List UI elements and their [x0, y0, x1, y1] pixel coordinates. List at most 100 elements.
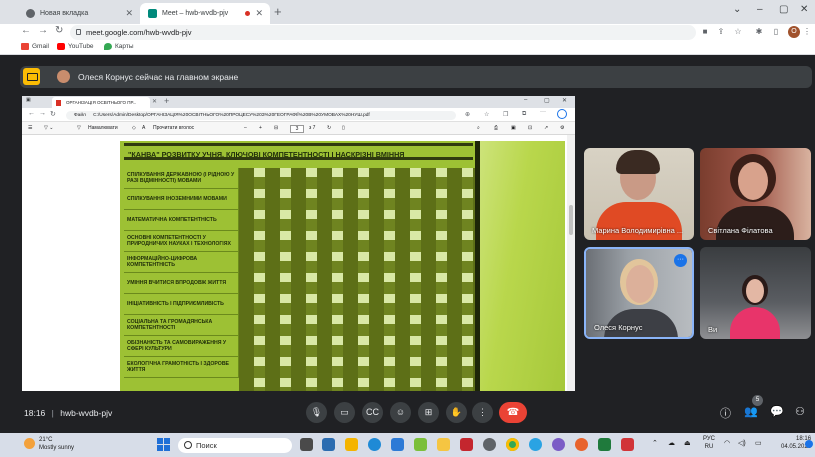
meeting-time: 18:16: [24, 408, 46, 418]
bookmark-label: Карты: [115, 43, 134, 50]
excel-icon[interactable]: [598, 438, 611, 451]
address-text: meet.google.com/hwb-wvdb-pjv: [86, 28, 192, 37]
share-icon[interactable]: ⇪: [716, 27, 726, 37]
battery-icon[interactable]: ▭: [755, 439, 762, 447]
bookmark-label: Gmail: [32, 43, 49, 50]
taskbar-search[interactable]: Поиск: [178, 438, 292, 453]
competency-list: Спілкування державною (і рідною у разі в…: [124, 168, 239, 378]
meeting-info: 18:16 | hwb-wvdb-pjv: [24, 408, 113, 418]
present-screen-icon: ⊞: [424, 407, 433, 417]
store-icon[interactable]: [391, 438, 404, 451]
bookmark-youtube[interactable]: YouTube: [57, 43, 94, 50]
close-tab-icon[interactable]: ✕: [125, 8, 133, 19]
bookmark-star-icon[interactable]: ☆: [733, 27, 743, 37]
antivirus-icon[interactable]: [460, 438, 473, 451]
shared-minimize-icon: –: [524, 97, 528, 103]
participant-tile-self[interactable]: Ви: [700, 247, 811, 339]
raise-hand-button[interactable]: ✋: [446, 402, 467, 423]
bookmark-gmail[interactable]: Gmail: [21, 43, 49, 50]
weather-temperature: 21°C: [39, 437, 53, 443]
chrome-icon[interactable]: [506, 438, 519, 451]
reactions-button[interactable]: ☺: [390, 402, 411, 423]
slide-title: "КАНВА" РОЗВИТКУ УЧНЯ. КЛЮЧОВІ КОМПЕТЕНТ…: [124, 143, 473, 160]
competency-row-label: Інформаційно-цифрова компетентність: [124, 252, 239, 273]
captions-icon: CC: [366, 407, 379, 417]
windows-logo-icon: [164, 438, 170, 444]
pdf-rotate-icon: ↻: [327, 125, 332, 131]
tab-search-icon[interactable]: ⌄: [733, 4, 741, 15]
tab-meet[interactable]: Meet – hwb-wvdb-pjv ✕: [140, 3, 270, 24]
wifi-icon[interactable]: ◠: [724, 439, 730, 447]
slide-decoration: [480, 141, 565, 391]
profile-avatar[interactable]: О: [788, 26, 800, 38]
meet-icon: [148, 9, 157, 18]
language-indicator[interactable]: РУС RU: [703, 435, 715, 451]
presentation-icon[interactable]: [23, 68, 40, 85]
participant-options-icon[interactable]: ···: [674, 254, 687, 267]
present-button[interactable]: ⊞: [418, 402, 439, 423]
task-view-icon[interactable]: [300, 438, 313, 451]
competency-row-label: Спілкування іноземними мовами: [124, 189, 239, 210]
camera-in-use-icon[interactable]: ■: [700, 27, 710, 37]
start-button[interactable]: [157, 438, 170, 451]
meeting-details-icon[interactable]: ⓘ: [720, 405, 731, 421]
competency-row-label: Соціальна та громадянська компетентності: [124, 315, 239, 336]
shared-file-label: Файл: [74, 113, 86, 118]
canvas-weave-grid: [239, 168, 475, 391]
side-panel-icon[interactable]: ▯: [771, 27, 781, 37]
activities-icon[interactable]: ⚇: [795, 405, 805, 418]
forward-icon[interactable]: →: [38, 25, 48, 36]
app-icon[interactable]: [437, 438, 450, 451]
competency-row-label: Обізнаність та самовираження у сфері кул…: [124, 336, 239, 357]
address-bar[interactable]: meet.google.com/hwb-wvdb-pjv: [70, 25, 696, 40]
participant-name: Ви: [708, 325, 718, 334]
maximize-button[interactable]: ▢: [779, 4, 788, 15]
close-window-button[interactable]: ✕: [800, 4, 808, 15]
widgets-icon[interactable]: [322, 438, 335, 451]
bookmark-maps[interactable]: Карты: [104, 43, 134, 50]
participant-name: Світлана Філатова: [708, 226, 773, 235]
file-explorer-icon[interactable]: [345, 438, 358, 451]
microphone-button[interactable]: 🎙: [306, 402, 327, 423]
participant-tile-active[interactable]: ··· Олеся Корнус: [584, 247, 694, 339]
reload-icon[interactable]: ↻: [55, 25, 63, 36]
maps-pin-icon: [104, 43, 112, 50]
new-tab-button[interactable]: +: [274, 4, 282, 19]
weather-sun-icon[interactable]: [24, 438, 35, 449]
pdf-read-aloud-label: Прочитати вголос: [153, 125, 195, 131]
shared-back-icon: ←: [28, 110, 35, 117]
notification-icon[interactable]: [805, 440, 813, 448]
pdf-reader-icon[interactable]: [621, 438, 634, 451]
app-icon[interactable]: [414, 438, 427, 451]
captions-button[interactable]: CC: [362, 402, 383, 423]
shared-maximize-icon: ▢: [544, 98, 550, 104]
edge-icon[interactable]: [368, 438, 381, 451]
telegram-icon[interactable]: [529, 438, 542, 451]
shared-address-bar: Файл C:/Users/Admin/Desktop/ОРГАНІЗАЦІЯ%…: [66, 111, 456, 120]
camera-button[interactable]: ▭: [334, 402, 355, 423]
settings-gear-icon[interactable]: [483, 438, 496, 451]
extensions-icon[interactable]: ✱: [754, 27, 764, 37]
cloud-icon[interactable]: ☁: [668, 439, 675, 447]
show-hidden-icons[interactable]: ⌃: [652, 439, 658, 447]
more-options-button[interactable]: ⋮: [472, 402, 493, 423]
tab-new-tab[interactable]: Новая вкладка ✕: [18, 3, 140, 24]
usb-icon[interactable]: ⏏: [684, 439, 691, 447]
participant-face: [746, 279, 764, 303]
pdf-search-icon: ⌕: [477, 125, 480, 131]
participant-tile[interactable]: Світлана Філатова: [700, 148, 811, 240]
firefox-icon[interactable]: [575, 438, 588, 451]
people-icon[interactable]: 👥: [744, 405, 758, 418]
participant-tile[interactable]: Марина Володимирівна ...: [584, 148, 694, 240]
back-icon[interactable]: ←: [21, 25, 31, 36]
chat-icon[interactable]: 💬: [770, 405, 784, 418]
close-tab-icon[interactable]: ✕: [255, 8, 263, 19]
minimize-button[interactable]: –: [757, 4, 763, 15]
weather-widget[interactable]: 21°C Mostly sunny: [39, 436, 74, 452]
leave-call-button[interactable]: ☎: [499, 402, 527, 423]
viber-icon[interactable]: [552, 438, 565, 451]
volume-icon[interactable]: ◁): [738, 439, 746, 447]
participant-face: [626, 265, 654, 303]
menu-kebab-icon[interactable]: ⋮: [802, 27, 812, 37]
competency-row-label: Основні компетентності у природничих нау…: [124, 231, 239, 252]
